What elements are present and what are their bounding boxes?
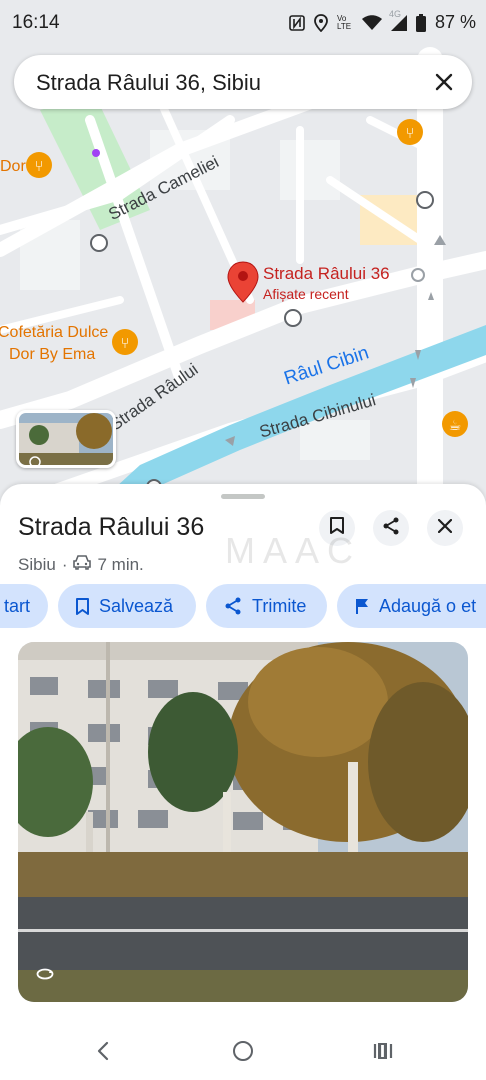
- place-city: Sibiu: [18, 554, 56, 574]
- wifi-icon: [361, 14, 382, 31]
- save-bookmark-button[interactable]: [319, 510, 355, 546]
- network-type: 4G: [388, 8, 401, 19]
- car-icon: [73, 554, 92, 575]
- close-sheet-button[interactable]: [427, 510, 463, 546]
- share-button[interactable]: [373, 510, 409, 546]
- poi-label-dor[interactable]: Dor: [0, 157, 26, 176]
- svg-text:⑂: ⑂: [34, 157, 43, 175]
- add-label-button[interactable]: Adaugă o et: [337, 584, 486, 628]
- meta-separator: ·: [61, 554, 68, 574]
- status-bar: 16:14 Vo LTE 4G 87 %: [0, 0, 486, 44]
- share-chip-button[interactable]: Trimite: [206, 584, 327, 628]
- search-query[interactable]: Strada Râului 36, Sibiu: [36, 70, 261, 96]
- street-view-icon: [36, 967, 54, 985]
- street-view-photo[interactable]: [18, 642, 468, 1002]
- close-icon[interactable]: [430, 68, 458, 96]
- action-chips: tart Salvează Trimite Adaugă o et: [0, 584, 486, 628]
- close-icon: [437, 518, 453, 538]
- pin-title[interactable]: Strada Râului 36: [263, 264, 390, 284]
- location-icon: [314, 13, 328, 32]
- svg-text:☕: ☕: [449, 418, 462, 434]
- recents-button[interactable]: [368, 1040, 398, 1066]
- battery-icon: [415, 13, 426, 32]
- home-button[interactable]: [228, 1040, 258, 1066]
- home-circle-icon: [232, 1040, 254, 1067]
- street-view-thumbnail[interactable]: [16, 410, 116, 468]
- search-bar[interactable]: Strada Râului 36, Sibiu: [14, 55, 472, 109]
- street-view-image: [18, 642, 468, 1002]
- status-icons: Vo LTE 4G 87 %: [289, 9, 476, 33]
- start-button[interactable]: tart: [0, 584, 48, 628]
- place-bottom-sheet[interactable]: Strada Râului 36 Sibiu · 7 min. tart Sal…: [0, 484, 486, 1080]
- battery-level: 87 %: [434, 12, 476, 32]
- pin-subtitle: Afișate recent: [263, 286, 349, 302]
- recents-icon: [372, 1042, 394, 1065]
- bookmark-icon: [330, 517, 344, 539]
- share-icon: [224, 597, 242, 615]
- poi-label-dor-by-ema[interactable]: Dor By Ema: [9, 345, 95, 364]
- poi-label-cofetaria[interactable]: Cofetăria Dulce: [0, 323, 108, 342]
- place-meta: Sibiu · 7 min.: [18, 554, 144, 575]
- add-label-text: Adaugă o et: [379, 595, 477, 616]
- system-nav-bar: [0, 1026, 486, 1080]
- back-button[interactable]: [88, 1040, 118, 1066]
- svg-text:⑂: ⑂: [405, 124, 414, 142]
- start-label: tart: [3, 595, 30, 616]
- signal-icon: 4G: [389, 9, 407, 31]
- back-chevron-icon: [97, 1041, 109, 1066]
- share-icon: [382, 517, 400, 540]
- share-label: Trimite: [252, 595, 307, 616]
- bookmark-icon: [76, 597, 89, 615]
- save-label: Salvează: [99, 595, 174, 616]
- save-button[interactable]: Salvează: [58, 584, 196, 628]
- volte-icon: Vo LTE: [336, 13, 352, 31]
- place-title: Strada Râului 36: [18, 513, 205, 541]
- nfc-icon: [289, 14, 305, 31]
- status-time: 16:14: [12, 12, 60, 33]
- drag-handle[interactable]: [221, 494, 265, 499]
- svg-text:⑂: ⑂: [120, 334, 129, 352]
- drive-time: 7 min.: [97, 554, 144, 574]
- flag-icon: [355, 598, 369, 615]
